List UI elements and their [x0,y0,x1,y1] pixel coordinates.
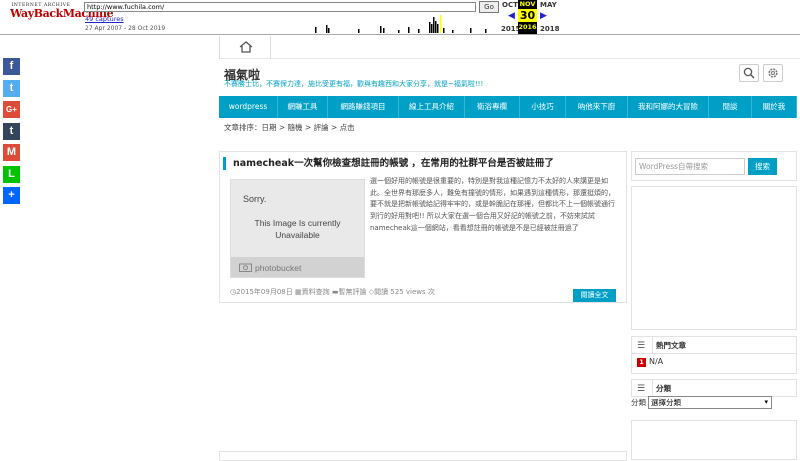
wayback-next-month[interactable]: MAY [540,1,557,9]
popular-title: 熱門文章 [656,341,686,350]
nav-item[interactable]: 小技巧 [520,96,566,118]
post-comments[interactable]: 暫無評論 [338,288,366,296]
nav-item[interactable]: 關於我 [752,96,797,118]
camera-icon [239,263,252,272]
home-button[interactable] [219,36,271,58]
main-nav: wordpress 網賺工具 網路賺錢項目 線上工具介紹 衛浴專欄 小技巧 吶他來下廚 我和阿… [219,96,797,118]
list-icon: ☰ [637,384,646,394]
post-views: 閱讀 525 views 次 [374,288,435,296]
wayback-logo[interactable]: INTERNET ARCHIVE WayBackMachine [10,3,114,31]
categories-select[interactable]: 選擇分類 ▾ [648,396,772,409]
wayback-prev-month[interactable]: OCT [502,1,518,9]
wayback-prev-arrow-icon[interactable]: ◀ [508,11,515,21]
nav-item[interactable]: 吶他來下廚 [566,96,628,118]
sidebar-widget-next [631,420,797,460]
ad-widget [631,186,797,330]
share-plus-icon[interactable]: + [3,187,20,204]
wayback-cur-year: 2016 [518,23,537,31]
post-date: 2015年09月08日 [236,288,293,296]
wayback-logo-main: WayBackMachine [10,7,114,20]
categories-select-value: 選擇分類 [651,398,681,407]
gear-icon [768,68,778,78]
category-icon: ▦ [294,288,302,296]
thumbnail-sorry-text: Sorry. [243,194,267,204]
read-more-button[interactable]: 閱讀全文 [573,289,616,302]
search-input[interactable]: WordPress自帶搜索 [635,158,745,175]
line-icon[interactable]: L [3,165,20,183]
nav-item[interactable]: 網賺工具 [278,96,328,118]
twitter-icon[interactable]: t [3,79,20,97]
post-meta: ◷2015年09月08日 ▦資料查詢 ▬暫無評論 ◇閱讀 525 views 次 [230,287,435,297]
wayback-date-range: 27 Apr 2007 - 28 Oct 2019 [85,25,166,32]
popular-widget-header: ☰ 熱門文章 [631,336,797,354]
search-button[interactable]: 搜索 [748,158,777,175]
photobucket-brand: photobucket [255,263,302,273]
nav-item[interactable]: 我和阿娜的大冒險 [628,96,709,118]
gmail-icon[interactable]: M [3,144,20,161]
wayback-sparkline[interactable] [280,12,498,33]
nav-item[interactable]: 閒談 [709,96,752,118]
categories-label: 分類 [631,398,646,407]
nav-item[interactable]: 網路賺錢項目 [328,96,399,118]
tumblr-icon[interactable]: t [3,122,20,140]
wayback-next-year[interactable]: 2018 [540,25,559,33]
post-thumbnail[interactable]: Sorry. This Image Is currently Unavailab… [230,179,365,278]
thumbnail-line1: This Image Is currently [254,218,341,228]
header-divider [219,58,800,59]
facebook-icon[interactable]: f [3,58,20,75]
wayback-next-arrow-icon[interactable]: ▶ [540,11,547,21]
home-icon [239,41,253,53]
wayback-url-input[interactable]: http://www.fuchila.com/ [84,2,476,12]
nav-item[interactable]: 線上工具介紹 [399,96,465,118]
settings-button[interactable] [763,64,783,82]
categories-title: 分類 [656,384,671,393]
search-toggle-button[interactable] [739,64,759,82]
wayback-current-date: NOV 30 2016 [518,0,537,34]
categories-widget-header: ☰ 分類 [631,379,797,397]
post-title[interactable]: namecheak一次幫你檢查想註冊的帳號 ，在常用的社群平台是否被註冊了 [223,157,554,170]
wayback-captures-link[interactable]: 49 captures [85,15,124,23]
nav-item[interactable]: 衛浴專欄 [465,96,520,118]
post-card-next [219,451,627,461]
sort-label: 文章排序： [224,123,262,132]
wayback-cur-day: 30 [518,9,537,22]
sort-bar: 文章排序：日期 > 隨機 > 評論 > 点击 [224,122,355,133]
post-card: namecheak一次幫你檢查想註冊的帳號 ，在常用的社群平台是否被註冊了 So… [219,151,627,303]
site-description: 不賽勝士比，不賽保力達，施比受更有福，歡與有趣西和大家分享，就是~福氣啦!!! [224,80,484,88]
search-icon [743,67,755,79]
post-excerpt: 選一個好用的帳號是很重要的，特別是對我這種記憶力不太好的人來講更是如此。全世界有… [370,177,615,232]
sort-options[interactable]: 日期 > 隨機 > 評論 > 点击 [262,123,355,132]
wayback-toolbar: INTERNET ARCHIVE WayBackMachine http://w… [0,0,800,35]
post-category[interactable]: 資料查詢 [302,288,330,296]
wayback-cur-month: NOV [519,0,536,8]
popular-rank-badge: 1 [637,358,646,367]
header-separator [652,337,653,353]
google-plus-icon[interactable]: G+ [3,101,20,118]
nav-item[interactable]: wordpress [219,96,278,118]
thumbnail-line2: Unavailable [275,230,320,240]
list-icon: ☰ [637,341,646,351]
header-separator [652,380,653,396]
popular-item[interactable]: N/A [649,357,663,366]
chevron-down-icon: ▾ [764,398,768,406]
